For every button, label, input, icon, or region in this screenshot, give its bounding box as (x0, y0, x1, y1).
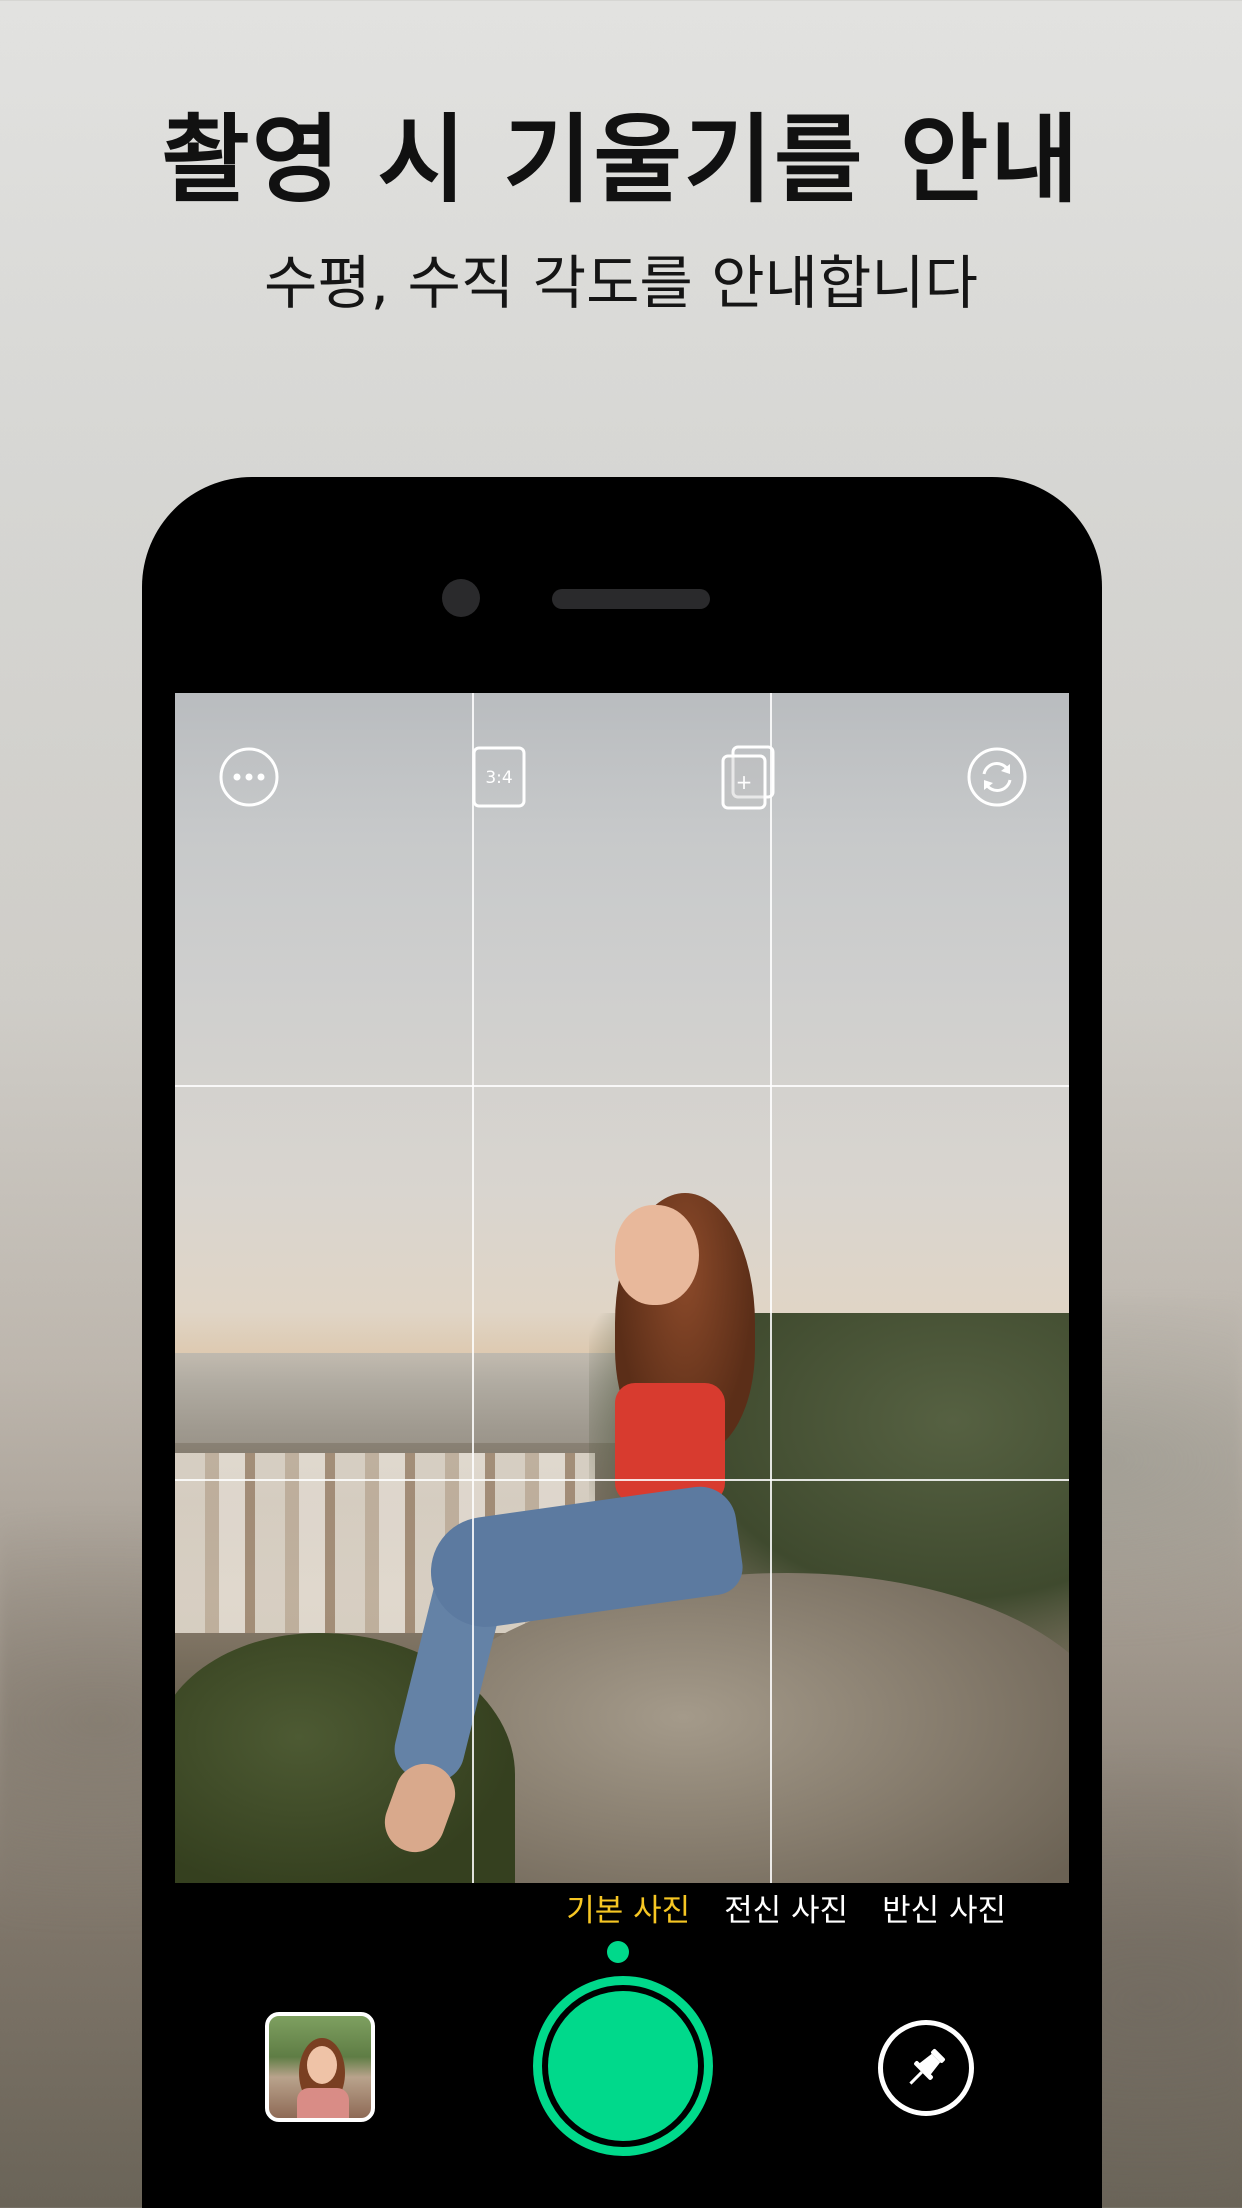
gallery-thumbnail[interactable] (265, 2012, 375, 2122)
front-camera-icon (442, 579, 480, 617)
switch-camera-icon[interactable] (965, 745, 1029, 809)
mode-full-body[interactable]: 전신 사진 (724, 1885, 848, 1930)
mode-selector: 기본 사진 전신 사진 반신 사진 (566, 1885, 1006, 1930)
camera-viewfinder[interactable]: 3:4 + (175, 693, 1069, 1883)
grid-line-vertical (770, 693, 772, 1883)
headline: 촬영 시 기울기를 안내 (161, 104, 1081, 216)
aspect-ratio-label: 3:4 (485, 768, 512, 788)
grid-line-horizontal (175, 1479, 1069, 1481)
subject-face (615, 1205, 699, 1305)
pin-button[interactable] (878, 2020, 974, 2116)
grid-line-horizontal (175, 1085, 1069, 1087)
subheadline: 수평, 수직 각도를 안내합니다 (263, 249, 979, 317)
more-icon[interactable] (217, 745, 281, 809)
thumbnail-face (307, 2046, 337, 2084)
shutter-button-inner[interactable] (548, 1991, 698, 2141)
subject-top (615, 1383, 725, 1503)
pin-icon (909, 2049, 945, 2085)
mode-basic[interactable]: 기본 사진 (566, 1885, 690, 1930)
mode-indicator-dot (607, 1941, 629, 1963)
speaker-grille (552, 589, 710, 609)
add-frame-icon[interactable]: + (717, 745, 781, 810)
mode-half-body[interactable]: 반신 사진 (882, 1885, 1006, 1930)
aspect-ratio-icon[interactable]: 3:4 (467, 745, 531, 809)
thumbnail-top (297, 2088, 349, 2118)
phone-frame: 3:4 + 기본 사진 전신 사진 반신 사진 (142, 477, 1102, 2208)
grid-line-vertical (472, 693, 474, 1883)
add-frame-label: + (736, 770, 753, 794)
